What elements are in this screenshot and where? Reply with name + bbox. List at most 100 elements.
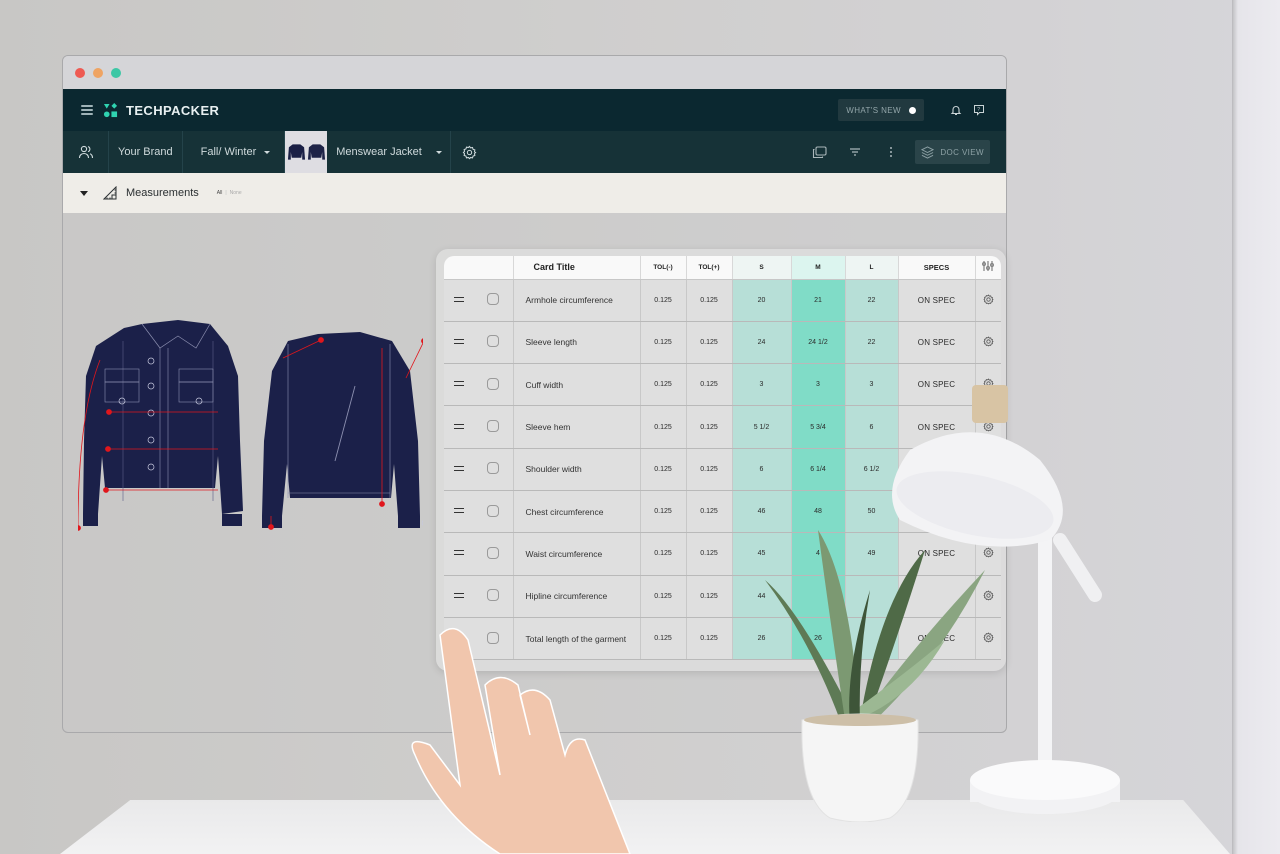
filter-all-link[interactable]: All	[217, 190, 223, 196]
size-m-cell[interactable]: 21	[791, 279, 846, 322]
row-checkbox[interactable]	[486, 293, 499, 306]
product-thumbnail[interactable]	[285, 131, 328, 173]
row-settings-button[interactable]	[975, 321, 1001, 365]
table-row[interactable]: Sleeve length 0.125 0.125 24 24 1/2 22 ON SPEC	[444, 321, 1001, 365]
product-selector[interactable]: Menswear Jacket	[327, 131, 451, 173]
users-button[interactable]	[63, 131, 109, 173]
card-title-cell[interactable]: Hipline circumference	[513, 575, 641, 618]
tol-minus-cell[interactable]: 0.125	[640, 363, 687, 407]
drag-handle[interactable]	[444, 321, 473, 365]
row-checkbox[interactable]	[486, 335, 499, 348]
column-header-specs[interactable]: SPECS	[898, 256, 976, 280]
tol-minus-cell[interactable]: 0.125	[640, 532, 687, 576]
row-checkbox[interactable]	[486, 420, 499, 433]
column-header-size-m[interactable]: M	[791, 256, 846, 280]
card-title-cell[interactable]: Sleeve hem	[513, 405, 641, 449]
size-m-cell[interactable]: 3	[791, 363, 846, 407]
row-checkbox[interactable]	[486, 377, 499, 390]
size-s-cell[interactable]: 6	[732, 448, 792, 491]
section-title: Measurements	[126, 187, 199, 199]
filter-button[interactable]	[846, 143, 864, 161]
size-m-cell[interactable]: 5 3/4	[791, 405, 846, 449]
doc-view-button[interactable]: DOC VIEW	[915, 140, 990, 164]
card-title-cell[interactable]: Armhole circumference	[513, 279, 641, 322]
brand-selector[interactable]: Your Brand	[109, 131, 183, 173]
tol-minus-cell[interactable]: 0.125	[640, 405, 687, 449]
column-header-tol-minus[interactable]: TOL(-)	[640, 256, 687, 280]
column-header-tol-plus[interactable]: TOL(+)	[686, 256, 733, 280]
drag-handle[interactable]	[444, 490, 473, 534]
size-l-cell[interactable]: 22	[845, 321, 899, 365]
drag-handle-icon	[453, 550, 464, 556]
drag-handle-icon	[453, 296, 464, 302]
copy-icon	[812, 145, 827, 158]
tol-plus-cell[interactable]: 0.125	[686, 490, 733, 534]
tol-plus-cell[interactable]: 0.125	[686, 405, 733, 449]
column-header-card-title[interactable]: Card Title	[513, 256, 641, 280]
size-m-cell[interactable]: 6 1/4	[791, 448, 846, 491]
tol-plus-cell[interactable]: 0.125	[686, 448, 733, 491]
card-title-cell[interactable]: Shoulder width	[513, 448, 641, 491]
whats-new-label: WHAT'S NEW	[846, 105, 901, 115]
size-s-cell[interactable]: 24	[732, 321, 792, 365]
tol-plus-cell[interactable]: 0.125	[686, 575, 733, 618]
tol-minus-cell[interactable]: 0.125	[640, 448, 687, 491]
tol-plus-cell[interactable]: 0.125	[686, 363, 733, 407]
more-options-button[interactable]	[882, 143, 900, 161]
drag-handle[interactable]	[444, 405, 473, 449]
size-s-cell[interactable]: 3	[732, 363, 792, 407]
whats-new-toggle[interactable]: WHAT'S NEW	[838, 99, 924, 121]
notifications-button[interactable]	[947, 101, 965, 119]
column-header-size-s[interactable]: S	[732, 256, 792, 280]
tol-minus-cell[interactable]: 0.125	[640, 490, 687, 534]
card-title-cell[interactable]: Chest circumference	[513, 490, 641, 534]
row-checkbox[interactable]	[486, 589, 499, 602]
drag-handle-icon	[453, 508, 464, 514]
table-row[interactable]: Armhole circumference 0.125 0.125 20 21 22 ON …	[444, 279, 1001, 322]
tol-minus-cell[interactable]: 0.125	[640, 279, 687, 322]
drag-handle[interactable]	[444, 532, 473, 576]
tol-plus-cell[interactable]: 0.125	[686, 321, 733, 365]
tol-minus-cell[interactable]: 0.125	[640, 321, 687, 365]
collapse-toggle-icon[interactable]	[80, 190, 88, 196]
size-s-cell[interactable]: 20	[732, 279, 792, 322]
card-title-cell[interactable]: Sleeve length	[513, 321, 641, 365]
tol-minus-cell[interactable]: 0.125	[640, 575, 687, 618]
tol-plus-cell[interactable]: 0.125	[686, 532, 733, 576]
card-title-cell[interactable]: Waist circumference	[513, 532, 641, 576]
minimize-window-button[interactable]	[93, 67, 103, 78]
size-m-cell[interactable]: 24 1/2	[791, 321, 846, 365]
size-l-cell[interactable]: 22	[845, 279, 899, 322]
column-header-size-l[interactable]: L	[845, 256, 899, 280]
jacket-back-sketch[interactable]	[262, 332, 423, 531]
drag-handle[interactable]	[444, 575, 473, 618]
copy-button[interactable]	[810, 143, 828, 161]
drag-handle-icon	[453, 423, 464, 429]
drag-handle[interactable]	[444, 448, 473, 491]
column-settings-button[interactable]	[975, 256, 1001, 280]
drag-handle[interactable]	[444, 279, 473, 322]
row-checkbox[interactable]	[486, 504, 499, 517]
help-button[interactable]: ?	[970, 101, 988, 119]
table-header-row: Card Title TOL(-) TOL(+) S M L SPECS	[444, 256, 1001, 280]
product-settings-button[interactable]	[451, 131, 489, 173]
jacket-front-sketch[interactable]	[78, 320, 243, 531]
tol-plus-cell[interactable]: 0.125	[686, 617, 733, 661]
window-titlebar	[63, 56, 1006, 89]
size-s-cell[interactable]: 5 1/2	[732, 405, 792, 449]
row-checkbox[interactable]	[486, 546, 499, 559]
layers-icon	[921, 145, 935, 159]
menu-icon[interactable]	[81, 105, 93, 115]
users-icon	[78, 145, 93, 159]
drag-handle[interactable]	[444, 363, 473, 407]
toggle-dot-icon	[909, 106, 916, 114]
card-title-cell[interactable]: Cuff width	[513, 363, 641, 407]
season-selector[interactable]: Fall/ Winter	[183, 131, 286, 173]
maximize-window-button[interactable]	[111, 67, 121, 78]
wall-frame	[1232, 0, 1280, 854]
close-window-button[interactable]	[75, 67, 85, 78]
row-settings-button[interactable]	[975, 279, 1001, 322]
filter-none-link[interactable]: None	[230, 190, 242, 196]
row-checkbox[interactable]	[486, 462, 499, 475]
tol-plus-cell[interactable]: 0.125	[686, 279, 733, 322]
